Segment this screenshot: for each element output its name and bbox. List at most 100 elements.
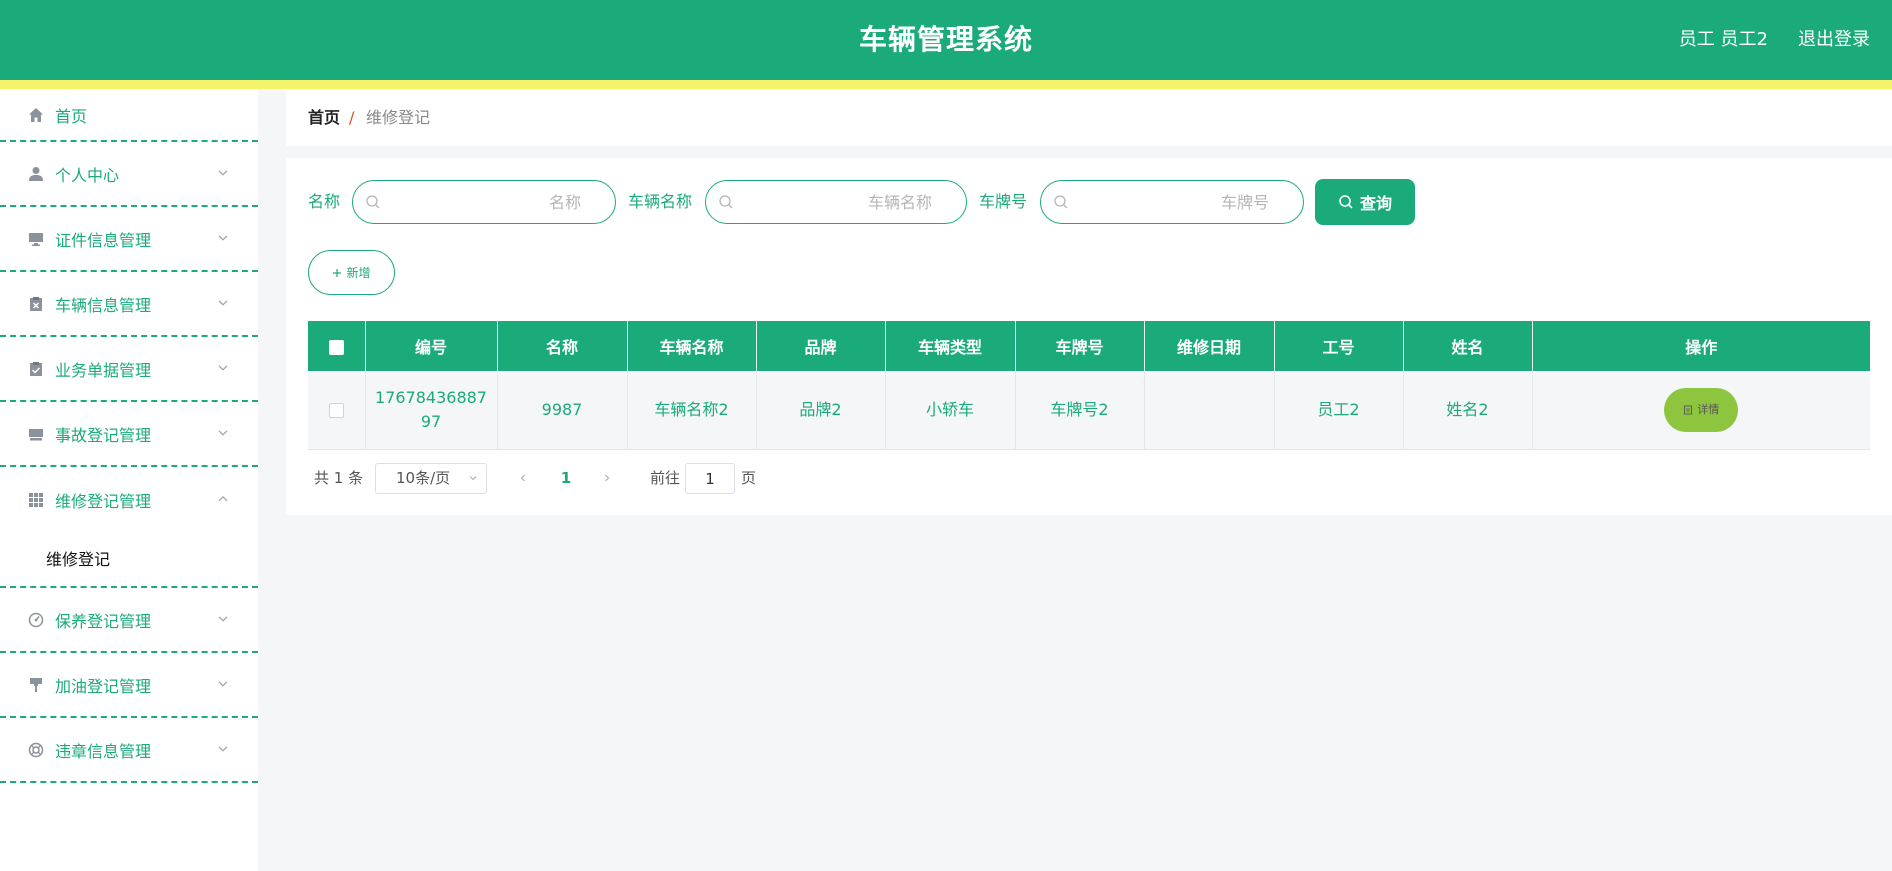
- chevron-left-icon: [520, 474, 525, 482]
- column-header: 维修日期: [1144, 321, 1275, 371]
- page-number-1[interactable]: 1: [556, 462, 576, 494]
- plus-icon: [333, 268, 342, 277]
- chevron-down-icon: [217, 296, 229, 308]
- chevron-down-icon: [217, 742, 229, 754]
- sidebar-item-vehicle-management[interactable]: 车辆信息管理: [0, 272, 258, 337]
- page-size-value: 10条/页: [396, 469, 451, 487]
- table-header-row: 编号 名称 车辆名称 品牌 车辆类型 车牌号 维修日期 工号 姓名 操作: [308, 321, 1870, 371]
- name-search-label: 名称: [308, 192, 341, 211]
- query-button-label: 查询: [1359, 194, 1392, 213]
- sidebar-item-accident-registration[interactable]: 事故登记管理: [0, 402, 258, 467]
- sidebar-item-home[interactable]: 首页: [0, 89, 258, 142]
- query-button[interactable]: 查询: [1315, 179, 1415, 225]
- column-header: 品牌: [756, 321, 886, 371]
- user-icon: [27, 165, 45, 183]
- chevron-right-icon: [605, 474, 610, 482]
- sidebar-item-refueling-registration[interactable]: 加油登记管理: [0, 653, 258, 718]
- app-title: 车辆管理系统: [858, 23, 1033, 56]
- sidebar-item-business-documents[interactable]: 业务单据管理: [0, 337, 258, 402]
- document-icon: [1684, 405, 1693, 415]
- search-icon: [719, 195, 733, 209]
- chevron-down-icon: [217, 677, 229, 689]
- sidebar-item-label: 个人中心: [55, 165, 120, 185]
- sidebar-item-label: 违章信息管理: [55, 741, 152, 761]
- goto-page-input[interactable]: [685, 463, 735, 494]
- search-icon: [366, 195, 380, 209]
- add-button-label: 新增: [346, 266, 371, 280]
- monitor-icon: [27, 230, 45, 248]
- cell-plate: 车牌号2: [1015, 371, 1145, 450]
- plate-search-label: 车牌号: [979, 192, 1028, 211]
- cell-vehicle-type: 小轿车: [885, 371, 1016, 450]
- plate-search-input[interactable]: [1077, 187, 1269, 217]
- sidebar-item-maintenance-registration[interactable]: 保养登记管理: [0, 588, 258, 653]
- submenu-item-repair-registration[interactable]: 维修登记: [46, 532, 110, 588]
- vehicle-name-search-input[interactable]: [742, 187, 932, 217]
- cell-brand: 品牌2: [756, 371, 886, 450]
- plate-search-box: [1040, 180, 1304, 224]
- column-header: 名称: [497, 321, 628, 371]
- name-search-box: [352, 180, 616, 224]
- column-header: 工号: [1274, 321, 1404, 371]
- goto-label: 前往: [650, 469, 681, 487]
- detail-button-label: 详情: [1697, 402, 1720, 416]
- sidebar-item-label: 维修登记管理: [55, 491, 152, 511]
- repair-submenu: 维修登记: [0, 532, 258, 588]
- sidebar-item-label: 车辆信息管理: [55, 295, 152, 315]
- search-icon: [1339, 195, 1353, 209]
- sidebar-item-label: 首页: [55, 106, 88, 126]
- sidebar-item-label: 保养登记管理: [55, 611, 152, 631]
- lifebuoy-icon: [27, 741, 45, 759]
- page-suffix: 页: [741, 469, 757, 487]
- pagination-total: 共 1 条: [314, 469, 364, 487]
- clipboard-check-icon: [27, 360, 45, 378]
- sidebar-item-label: 加油登记管理: [55, 676, 152, 696]
- add-button[interactable]: 新增: [308, 250, 395, 295]
- column-header: 车牌号: [1015, 321, 1145, 371]
- vehicle-name-search-label: 车辆名称: [628, 192, 693, 211]
- cell-employee-no: 员工2: [1274, 371, 1404, 450]
- current-user-label: 员工 员工2: [1678, 29, 1768, 50]
- row-select-cell: [308, 371, 366, 450]
- column-header: 车辆类型: [885, 321, 1016, 371]
- pagination: 共 1 条 10条/页 1 前往 页: [286, 462, 1286, 494]
- chevron-down-icon: [217, 426, 229, 438]
- cell-employee-name: 姓名2: [1403, 371, 1533, 450]
- brush-icon: [27, 676, 45, 694]
- content-panel: 名称 车辆名称 车牌号 查询 新增 编号 名称 车辆名称 品牌: [286, 158, 1892, 515]
- breadcrumb-separator: /: [349, 108, 355, 127]
- chevron-down-icon: [469, 476, 477, 481]
- column-header: 姓名: [1403, 321, 1533, 371]
- inbox-icon: [27, 425, 45, 443]
- vehicle-name-search-box: [705, 180, 967, 224]
- sidebar-item-violation-management[interactable]: 违章信息管理: [0, 718, 258, 783]
- sidebar: 首页 个人中心 证件信息管理 车辆信息管理 业务单据管理 事故登记管理 维修登记…: [0, 89, 258, 871]
- table-row: 1767843688797 9987 车辆名称2 品牌2 小轿车 车牌号2 员工…: [308, 371, 1870, 450]
- breadcrumb: 首页 / 维修登记: [286, 90, 1892, 146]
- logout-button[interactable]: 退出登录: [1798, 0, 1870, 80]
- chevron-down-icon: [217, 361, 229, 373]
- next-page-button[interactable]: [597, 462, 617, 494]
- column-header: 操作: [1532, 321, 1870, 371]
- detail-button[interactable]: 详情: [1664, 387, 1739, 432]
- select-all-checkbox[interactable]: [328, 339, 344, 355]
- column-header: 编号: [365, 321, 498, 371]
- cell-repair-date: [1144, 371, 1275, 450]
- row-checkbox[interactable]: [328, 402, 344, 418]
- breadcrumb-home[interactable]: 首页: [308, 90, 340, 146]
- page-size-select[interactable]: 10条/页: [375, 463, 487, 494]
- breadcrumb-current: 维修登记: [366, 108, 431, 127]
- name-search-input[interactable]: [389, 187, 581, 217]
- home-icon: [27, 106, 45, 124]
- gauge-icon: [27, 611, 45, 629]
- column-header: 车辆名称: [627, 321, 757, 371]
- sidebar-item-certificate-management[interactable]: 证件信息管理: [0, 207, 258, 272]
- cell-actions: 详情: [1532, 371, 1870, 450]
- clipboard-x-icon: [27, 295, 45, 313]
- cell-name: 9987: [497, 371, 628, 450]
- chevron-down-icon: [217, 231, 229, 243]
- prev-page-button[interactable]: [513, 462, 533, 494]
- chevron-down-icon: [217, 166, 229, 178]
- sidebar-item-personal-center[interactable]: 个人中心: [0, 142, 258, 207]
- sidebar-item-repair-registration[interactable]: 维修登记管理: [0, 467, 258, 532]
